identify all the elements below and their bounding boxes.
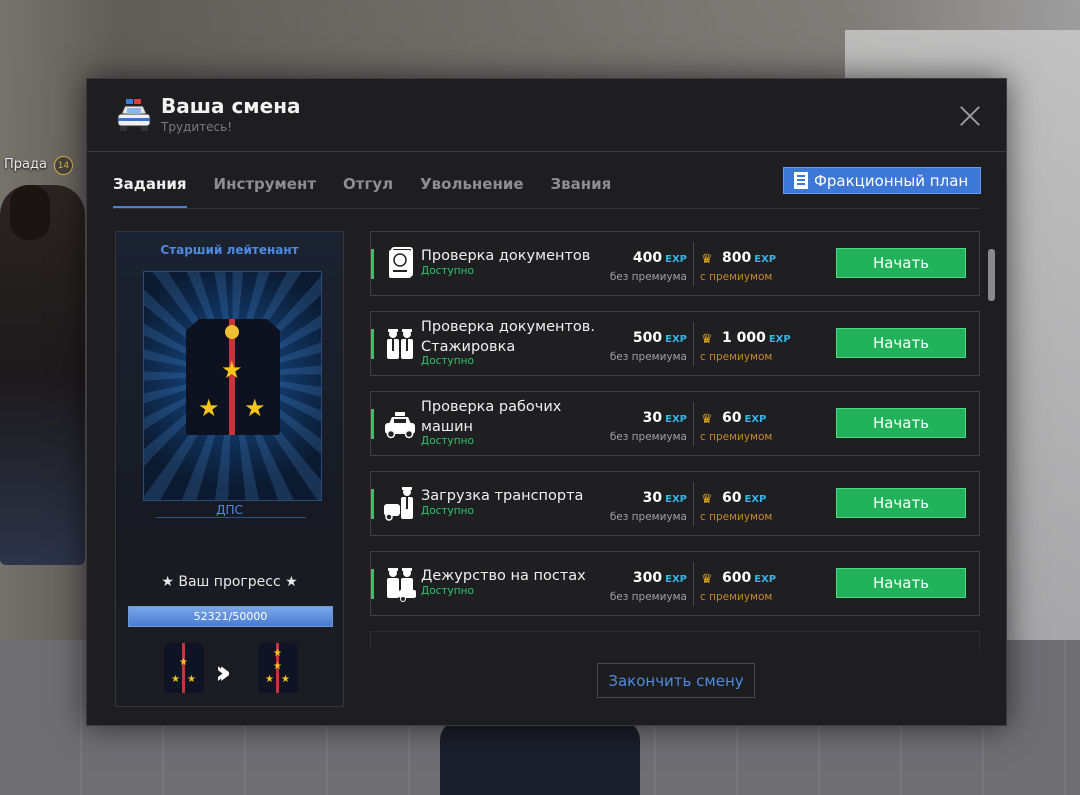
premium-note: с премиумом [700, 431, 773, 443]
premium-note: с премиумом [700, 511, 773, 523]
progress-text: 52321/50000 [193, 610, 268, 623]
finish-shift-button[interactable]: Закончить смену [597, 663, 755, 698]
task-row: Загрузка транспорта Доступно 30 EXP без п… [370, 471, 980, 536]
faction-plan-label: Фракционный план [814, 171, 969, 190]
task-list-scrollbar[interactable] [988, 249, 995, 301]
task-status: Доступно [421, 585, 474, 597]
task-row: Проверка документов. Стажировка Доступно… [370, 311, 980, 376]
exp-base: 30 EXP [642, 410, 687, 426]
task-name: Дежурство на постах [421, 568, 586, 584]
progress-bar: 52321/50000 [128, 606, 333, 627]
base-note: без премиума [609, 591, 687, 603]
start-button[interactable]: Начать [836, 568, 966, 598]
task-accent [371, 329, 374, 359]
tab-day-off[interactable]: Отгул [343, 171, 393, 209]
premium-note: с премиумом [700, 351, 773, 363]
taxi-icon [385, 412, 415, 439]
star-icon: ★ [198, 394, 220, 422]
tab-divider [113, 208, 980, 209]
background-officer [440, 720, 640, 795]
faction-plan-button[interactable]: Фракционный план [783, 167, 981, 194]
task-name: Проверка документов [421, 248, 591, 264]
crown-icon: ♛ [701, 492, 713, 507]
exp-premium: 1 000 EXP [722, 330, 791, 346]
start-button[interactable]: Начать [836, 328, 966, 358]
premium-note: с премиумом [700, 591, 773, 603]
crown-icon: ♛ [701, 252, 713, 267]
crown-icon: ♛ [701, 572, 713, 587]
exp-premium: 60 EXP [722, 410, 767, 426]
exp-separator [693, 242, 694, 286]
task-accent [371, 249, 374, 279]
current-rank-icon: ★ ★ ★ [164, 643, 204, 693]
shift-window: Ваша смена Трудитесь! Задания Инструмент… [86, 78, 1007, 726]
exp-base: 500 EXP [632, 330, 687, 346]
exp-premium: 60 EXP [722, 490, 767, 506]
tab-tool[interactable]: Инструмент [214, 171, 317, 209]
police-car-icon [117, 99, 151, 131]
task-accent [371, 489, 374, 519]
crown-icon: ♛ [701, 332, 713, 347]
start-button[interactable]: Начать [836, 488, 966, 518]
task-status: Доступно [421, 435, 474, 447]
tab-tasks[interactable]: Задания [113, 171, 187, 209]
background-player-head [10, 185, 50, 240]
exp-separator [693, 322, 694, 366]
tow-officer-icon [384, 487, 413, 521]
task-accent [371, 409, 374, 439]
rank-name: Старший лейтенант [160, 243, 299, 257]
department-divider [156, 517, 306, 518]
task-row: Проверка документов Доступно 400 EXP без … [370, 231, 980, 296]
premium-note: с премиумом [700, 271, 773, 283]
star-icon: ★ [221, 356, 243, 384]
rank-epaulet-image: ★ ★ ★ [143, 271, 322, 501]
exp-base: 300 EXP [632, 570, 687, 586]
task-status: Доступно [421, 265, 474, 277]
task-status: Доступно [421, 505, 474, 517]
task-row-partial [370, 631, 980, 651]
base-note: без премиума [609, 351, 687, 363]
next-rank-icon: ★ ★ ★ ★ [258, 643, 298, 693]
window-title: Ваша смена [161, 94, 301, 118]
task-row: Дежурство на постах Доступно 300 EXP без … [370, 551, 980, 616]
close-icon[interactable] [957, 103, 983, 129]
task-name: Проверка рабочих машин [421, 399, 562, 435]
task-row: Проверка рабочих машин Доступно 30 EXP бе… [370, 391, 980, 456]
exp-separator [693, 402, 694, 446]
star-icon: ★ [244, 394, 266, 422]
start-button[interactable]: Начать [836, 408, 966, 438]
task-accent [371, 569, 374, 599]
document-list-icon [794, 172, 808, 189]
rank-card: Старший лейтенант ★ ★ ★ ДПС ★ Ваш прогре… [115, 231, 344, 707]
tab-ranks[interactable]: Звания [551, 171, 612, 209]
base-note: без премиума [609, 511, 687, 523]
patrol-post-icon [387, 568, 416, 602]
exp-base: 400 EXP [632, 250, 687, 266]
base-note: без премиума [609, 431, 687, 443]
rank-department: ДПС [216, 503, 243, 517]
task-name: Проверка документов. Стажировка [421, 319, 595, 355]
window-header: Ваша смена Трудитесь! [87, 79, 1006, 152]
double-chevron-icon: ›› [215, 653, 232, 691]
tab-bar: Задания Инструмент Отгул Увольнение Зван… [113, 171, 638, 209]
tab-dismissal[interactable]: Увольнение [420, 171, 523, 209]
player-level-badge: 14 [54, 156, 73, 175]
player-nickname: Прада [4, 157, 47, 172]
passport-icon [389, 247, 413, 278]
exp-base: 30 EXP [642, 490, 687, 506]
task-status: Доступно [421, 355, 474, 367]
exp-separator [693, 482, 694, 526]
base-note: без премиума [609, 271, 687, 283]
task-list: Проверка документов Доступно 400 EXP без … [370, 231, 980, 651]
task-name: Загрузка транспорта [421, 488, 584, 504]
window-subtitle: Трудитесь! [161, 120, 232, 134]
exp-premium: 800 EXP [722, 250, 777, 266]
exp-separator [693, 562, 694, 606]
start-button[interactable]: Начать [836, 248, 966, 278]
background-player [0, 185, 85, 565]
exp-premium: 600 EXP [722, 570, 777, 586]
crown-icon: ♛ [701, 412, 713, 427]
progress-label: ★ Ваш прогресс ★ [161, 574, 298, 590]
officers-icon [387, 329, 413, 359]
